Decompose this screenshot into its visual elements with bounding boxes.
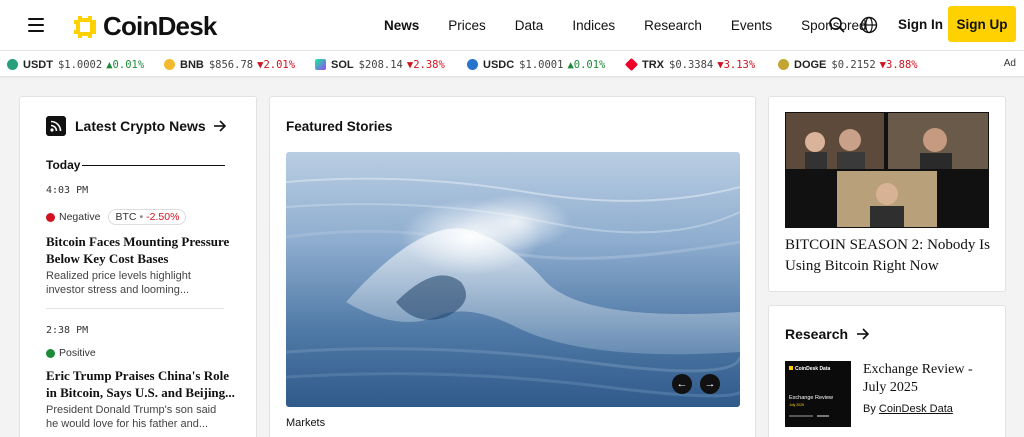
by-label: By <box>863 403 876 415</box>
ticker-symbol: USDT <box>23 58 53 71</box>
logo-text: CoinDesk <box>103 11 217 41</box>
usdt-icon <box>7 59 18 70</box>
sentiment-row: Positive <box>46 347 96 359</box>
news-summary: President Donald Trump's son said he wou… <box>46 404 217 430</box>
news-headline[interactable]: Eric Trump Praises China's Role in Bitco… <box>46 367 236 401</box>
ticker-change: 0.01% <box>573 58 606 71</box>
research-title: Research <box>785 326 849 342</box>
ticker-change: 2.01% <box>263 58 296 71</box>
featured-stories-card: Featured Stories ← → Markets <box>269 96 756 437</box>
ticker-symbol: USDC <box>483 58 515 71</box>
doge-icon <box>778 59 789 70</box>
research-header[interactable]: Research <box>785 326 870 342</box>
asset-change: -2.50% <box>146 211 180 223</box>
ticker-item-usdt[interactable]: USDT $1.0002 ▲ 0.01% <box>7 51 144 78</box>
nav-indices[interactable]: Indices <box>572 18 615 33</box>
cover-brand: CoinDesk Data <box>795 366 831 372</box>
section-label-today: Today <box>46 158 81 172</box>
news-divider <box>46 308 224 309</box>
ticker-price: $0.3384 <box>669 58 714 71</box>
news-summary: Realized price levels highlight investor… <box>46 270 191 296</box>
featured-story-image[interactable]: ← → <box>286 152 740 407</box>
arrow-right-icon <box>213 120 226 132</box>
pill-separator: • <box>139 211 144 223</box>
ticker-item-usdc[interactable]: USDC $1.0001 ▲ 0.01% <box>467 51 605 78</box>
carousel-prev-button[interactable]: ← <box>672 374 692 394</box>
asset-pill[interactable]: BTC • -2.50% <box>108 209 187 225</box>
research-thumbnail[interactable]: CoinDesk Data Exchange Review July 2025 <box>785 361 851 427</box>
video-card: BITCOIN SEASON 2: Nobody Is Using Bitcoi… <box>768 96 1006 292</box>
ticker-price: $1.0001 <box>519 58 564 71</box>
ad-label: Ad <box>1003 58 1016 69</box>
sentiment-label: Negative <box>59 211 101 223</box>
ticker-item-trx[interactable]: TRX $0.3384 ▼ 3.13% <box>624 51 756 78</box>
ticker-price: $1.0002 <box>57 58 103 71</box>
trx-icon <box>624 57 639 72</box>
carousel-next-button[interactable]: → <box>700 374 720 394</box>
ticker-symbol: DOGE <box>794 58 827 71</box>
ticker-change: 3.88% <box>886 58 918 71</box>
news-time: 2:38 PM <box>46 325 89 336</box>
nav-prices[interactable]: Prices <box>448 18 486 33</box>
ticker-item-doge[interactable]: DOGE $0.2152 ▼ 3.88% <box>778 51 918 78</box>
news-time: 4:03 PM <box>46 185 89 196</box>
research-cover-image: CoinDesk Data Exchange Review July 2025 <box>785 361 851 427</box>
cover-title: Exchange Review <box>789 395 833 401</box>
news-headline[interactable]: Bitcoin Faces Mounting Pressure Below Ke… <box>46 233 236 267</box>
video-title[interactable]: BITCOIN SEASON 2: Nobody Is Using Bitcoi… <box>785 235 995 277</box>
research-item-title[interactable]: Exchange Review - July 2025 <box>863 361 993 397</box>
section-divider <box>82 165 225 166</box>
globe-icon[interactable] <box>860 16 878 34</box>
ocean-wave-image <box>286 152 740 407</box>
sign-up-button[interactable]: Sign Up <box>948 6 1016 42</box>
research-card: Research CoinDesk Data Exchange Review J… <box>768 305 1006 437</box>
ticker-change: 0.01% <box>112 58 145 71</box>
nav-data[interactable]: Data <box>515 18 544 33</box>
sentiment-label: Positive <box>59 347 96 359</box>
main-nav: News Prices Data Indices Research Events… <box>384 0 895 50</box>
sign-in-link[interactable]: Sign In <box>898 17 943 32</box>
ticker-price: $856.78 <box>208 58 254 71</box>
ticker-change: 3.13% <box>723 58 756 71</box>
menu-icon[interactable] <box>28 18 44 32</box>
ticker-item-sol[interactable]: SOL $208.14 ▼ 2.38% <box>315 51 445 78</box>
ticker-symbol: TRX <box>642 58 664 71</box>
cover-subtitle: July 2025 <box>789 403 804 407</box>
ticker-symbol: BNB <box>180 58 204 71</box>
video-thumbnail[interactable] <box>785 112 989 228</box>
ticker-symbol: SOL <box>331 58 354 71</box>
asset-symbol: BTC <box>115 211 137 223</box>
coindesk-logo[interactable]: CoinDesk <box>72 11 217 42</box>
nav-events[interactable]: Events <box>731 18 772 33</box>
bnb-icon <box>164 59 175 70</box>
ticker-change: 2.38% <box>413 58 445 71</box>
search-icon[interactable] <box>828 16 846 34</box>
ticker-price: $0.2152 <box>831 58 876 71</box>
price-ticker: USDT $1.0002 ▲ 0.01% BNB $856.78 ▼ 2.01% S… <box>0 50 1024 77</box>
arrow-right-icon <box>857 328 870 340</box>
usdc-icon <box>467 59 478 70</box>
latest-news-card: Latest Crypto News Today 4:03 PM Negativ… <box>19 96 257 437</box>
sol-icon <box>315 59 326 70</box>
research-author-link[interactable]: CoinDesk Data <box>879 403 953 415</box>
video-panel-image <box>785 112 989 228</box>
nav-news[interactable]: News <box>384 18 419 33</box>
positive-sentiment-icon <box>46 348 55 358</box>
latest-news-header[interactable]: Latest Crypto News <box>46 116 227 136</box>
coindesk-logo-icon <box>72 13 98 40</box>
rss-icon <box>46 116 66 136</box>
story-category[interactable]: Markets <box>286 417 325 429</box>
research-byline: By CoinDesk Data <box>863 403 953 415</box>
sentiment-row: Negative BTC • -2.50% <box>46 209 187 225</box>
latest-news-title: Latest Crypto News <box>75 118 206 134</box>
negative-sentiment-icon <box>46 212 55 222</box>
nav-research[interactable]: Research <box>644 18 702 33</box>
ticker-item-bnb[interactable]: BNB $856.78 ▼ 2.01% <box>164 51 295 78</box>
ticker-price: $208.14 <box>358 58 403 71</box>
top-header: CoinDesk News Prices Data Indices Resear… <box>0 0 1024 50</box>
featured-stories-title: Featured Stories <box>286 119 393 134</box>
